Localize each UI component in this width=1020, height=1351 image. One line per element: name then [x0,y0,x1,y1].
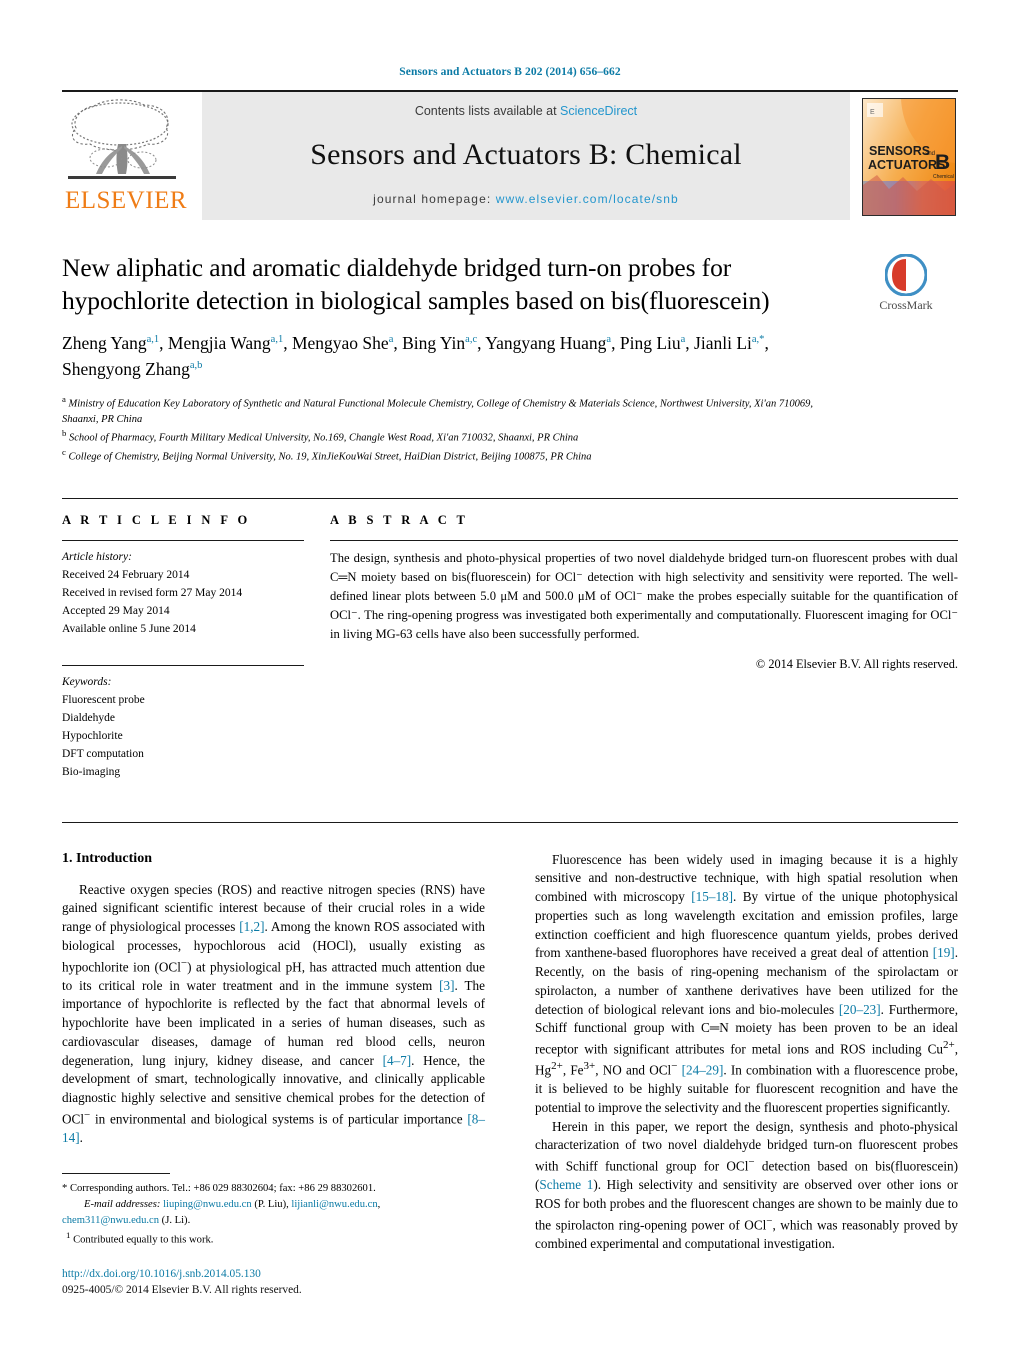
abstract-text: The design, synthesis and photo-physical… [330,551,958,641]
affiliation-text-c: College of Chemistry, Beijing Normal Uni… [68,451,592,463]
affiliation-marker-b: b [62,427,67,438]
author-list: Zheng Yanga,1, Mengjia Wanga,1, Mengyao … [62,333,769,379]
affiliation-marker-c: c [62,446,66,457]
journal-homepage-line: journal homepage: www.elsevier.com/locat… [373,192,679,206]
doi-block: http://dx.doi.org/10.1016/j.snb.2014.05.… [62,1267,482,1299]
intro-paragraph-left: Reactive oxygen species (ROS) and reacti… [62,881,486,1146]
svg-text:SENSORS: SENSORS [869,144,930,158]
article-info-rule [62,540,304,542]
keywords-block: Keywords: Fluorescent probe Dialdehyde H… [62,665,304,782]
page-title: New aliphatic and aromatic dialdehyde br… [62,253,770,315]
abstract-column: A B S T R A C T The design, synthesis an… [330,513,958,781]
keyword-item: Hypochlorite [62,729,123,742]
running-head: Sensors and Actuators B 202 (2014) 656–6… [399,66,621,78]
title-column: New aliphatic and aromatic dialdehyde br… [62,252,854,464]
article-history: Article history: Received 24 February 20… [62,549,304,639]
svg-text:B: B [935,151,950,174]
body-separator-rule [62,821,958,823]
journal-cover-image: E SENSORS and ACTUATORS B Chemical [862,98,956,216]
contents-available-line: Contents lists available at ScienceDirec… [415,104,637,118]
homepage-prefix: journal homepage: [373,192,496,206]
keywords-label: Keywords: [62,676,112,689]
keywords-list: Keywords: Fluorescent probe Dialdehyde H… [62,674,304,782]
footnote-equal-contribution: 1 Contributed equally to this work. [66,1229,214,1246]
affiliation-b: b School of Pharmacy, Fourth Military Me… [62,427,844,446]
abstract-heading: A B S T R A C T [330,513,469,528]
elsevier-logo: ELSEVIER [62,92,190,220]
journal-masthead: ELSEVIER Contents lists available at Sci… [62,90,958,220]
history-item: Received in revised form 27 May 2014 [62,587,243,600]
journal-title: Sensors and Actuators B: Chemical [310,138,742,171]
section-heading-introduction: 1. Introduction [62,850,152,866]
issn-copyright-line: 0925-4005/© 2014 Elsevier B.V. All right… [62,1284,302,1297]
affiliation-text-a: Ministry of Education Key Laboratory of … [62,398,813,425]
affiliation-c: c College of Chemistry, Beijing Normal U… [62,446,844,465]
history-item: Accepted 29 May 2014 [62,605,170,618]
contents-prefix: Contents lists available at [414,104,561,118]
footnote-rule [62,1172,170,1174]
svg-text:and: and [925,151,935,157]
footnote-block: * Corresponding authors. Tel.: +86 029 8… [62,1172,482,1299]
article-info-column: A R T I C L E I N F O Article history: R… [62,513,330,781]
affiliation-a: a Ministry of Education Key Laboratory o… [62,393,844,427]
crossmark-icon [885,254,927,296]
footnote-corresponding-author: * Corresponding authors. Tel.: +86 029 8… [62,1182,376,1194]
journal-article-page: Sensors and Actuators B 202 (2014) 656–6… [0,0,1020,1351]
history-item: Received 24 February 2014 [62,569,190,582]
affiliation-list: a Ministry of Education Key Laboratory o… [62,393,844,464]
journal-homepage-link[interactable]: www.elsevier.com/locate/snb [496,192,679,206]
sciencedirect-link[interactable]: ScienceDirect [560,104,637,118]
crossmark-label: CrossMark [879,298,933,312]
title-block: New aliphatic and aromatic dialdehyde br… [62,252,958,464]
keyword-item: Bio-imaging [62,765,121,778]
footnote-email-addresses[interactable]: E-mail addresses: liuping@nwu.edu.cn (P.… [62,1197,482,1213]
doi-link[interactable]: http://dx.doi.org/10.1016/j.snb.2014.05.… [62,1267,482,1283]
keyword-item: DFT computation [62,747,144,760]
svg-text:ACTUATORS: ACTUATORS [868,158,945,172]
journal-band: Contents lists available at ScienceDirec… [202,92,850,220]
article-history-label: Article history: [62,551,132,564]
affiliation-marker-a: a [62,394,66,404]
keywords-rule [62,665,304,667]
info-abstract-region: A R T I C L E I N F O Article history: R… [62,498,958,781]
affiliation-text-b: School of Pharmacy, Fourth Military Medi… [69,432,579,444]
intro-paragraph-right-1: Fluorescence has been widely used in ima… [535,851,959,1116]
keyword-item: Fluorescent probe [62,694,145,706]
keyword-item: Dialdehyde [62,711,116,724]
abstract-rule [330,540,958,542]
elsevier-tree-icon [68,99,176,179]
crossmark-badge[interactable]: CrossMark [854,252,958,313]
svg-text:E: E [870,109,875,116]
journal-cover: E SENSORS and ACTUATORS B Chemical [862,92,958,220]
article-info-heading: A R T I C L E I N F O [62,513,251,528]
elsevier-wordmark: ELSEVIER [64,187,188,214]
history-item: Available online 5 June 2014 [62,623,196,636]
intro-paragraph-right-2: Herein in this paper, we report the desi… [535,1118,958,1251]
abstract-copyright: © 2014 Elsevier B.V. All rights reserved… [755,656,958,671]
svg-text:Chemical: Chemical [933,174,954,180]
footnote-email-addresses-2[interactable]: chem311@nwu.edu.cn (J. Li). [62,1213,482,1229]
body-column-right: Fluorescence has been widely used in ima… [535,851,958,1254]
